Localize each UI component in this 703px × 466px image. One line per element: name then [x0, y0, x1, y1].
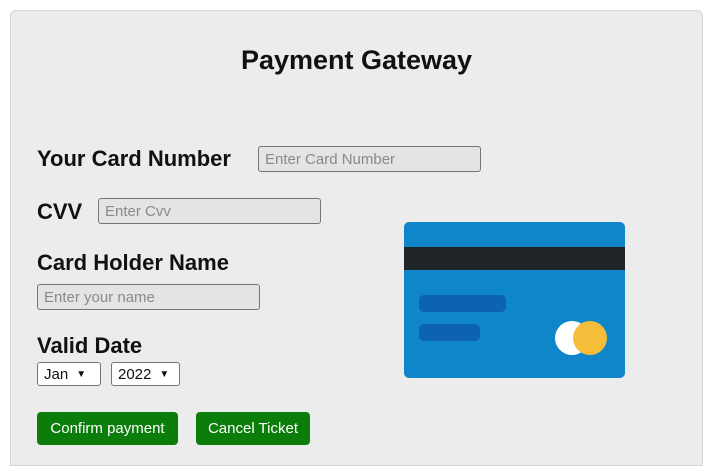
card-number-label: Your Card Number — [37, 146, 231, 171]
cvv-label: CVV — [37, 199, 83, 224]
cvv-input[interactable] — [98, 198, 321, 224]
credit-card-icon — [404, 222, 625, 378]
year-value: 2022 — [118, 365, 152, 383]
year-select[interactable]: 2022 ▼ — [111, 362, 180, 386]
card-holder-label: Card Holder Name — [37, 250, 229, 275]
month-value: Jan — [44, 365, 69, 383]
card-number-bar — [419, 295, 506, 312]
card-magnetic-stripe — [404, 247, 625, 270]
payment-panel: Payment Gateway Your Card Number CVV Car… — [10, 10, 703, 466]
card-number-input[interactable] — [258, 146, 481, 172]
card-name-bar — [419, 324, 480, 341]
card-logo-circle-right — [573, 321, 607, 355]
month-select[interactable]: Jan ▼ — [37, 362, 101, 386]
cancel-ticket-button[interactable]: Cancel Ticket — [196, 412, 310, 445]
confirm-payment-button[interactable]: Confirm payment — [37, 412, 178, 445]
card-holder-input[interactable] — [37, 284, 260, 310]
chevron-down-icon: ▼ — [76, 368, 87, 380]
page-title: Payment Gateway — [240, 45, 473, 75]
valid-date-label: Valid Date — [37, 333, 143, 358]
chevron-down-icon: ▼ — [159, 368, 170, 380]
